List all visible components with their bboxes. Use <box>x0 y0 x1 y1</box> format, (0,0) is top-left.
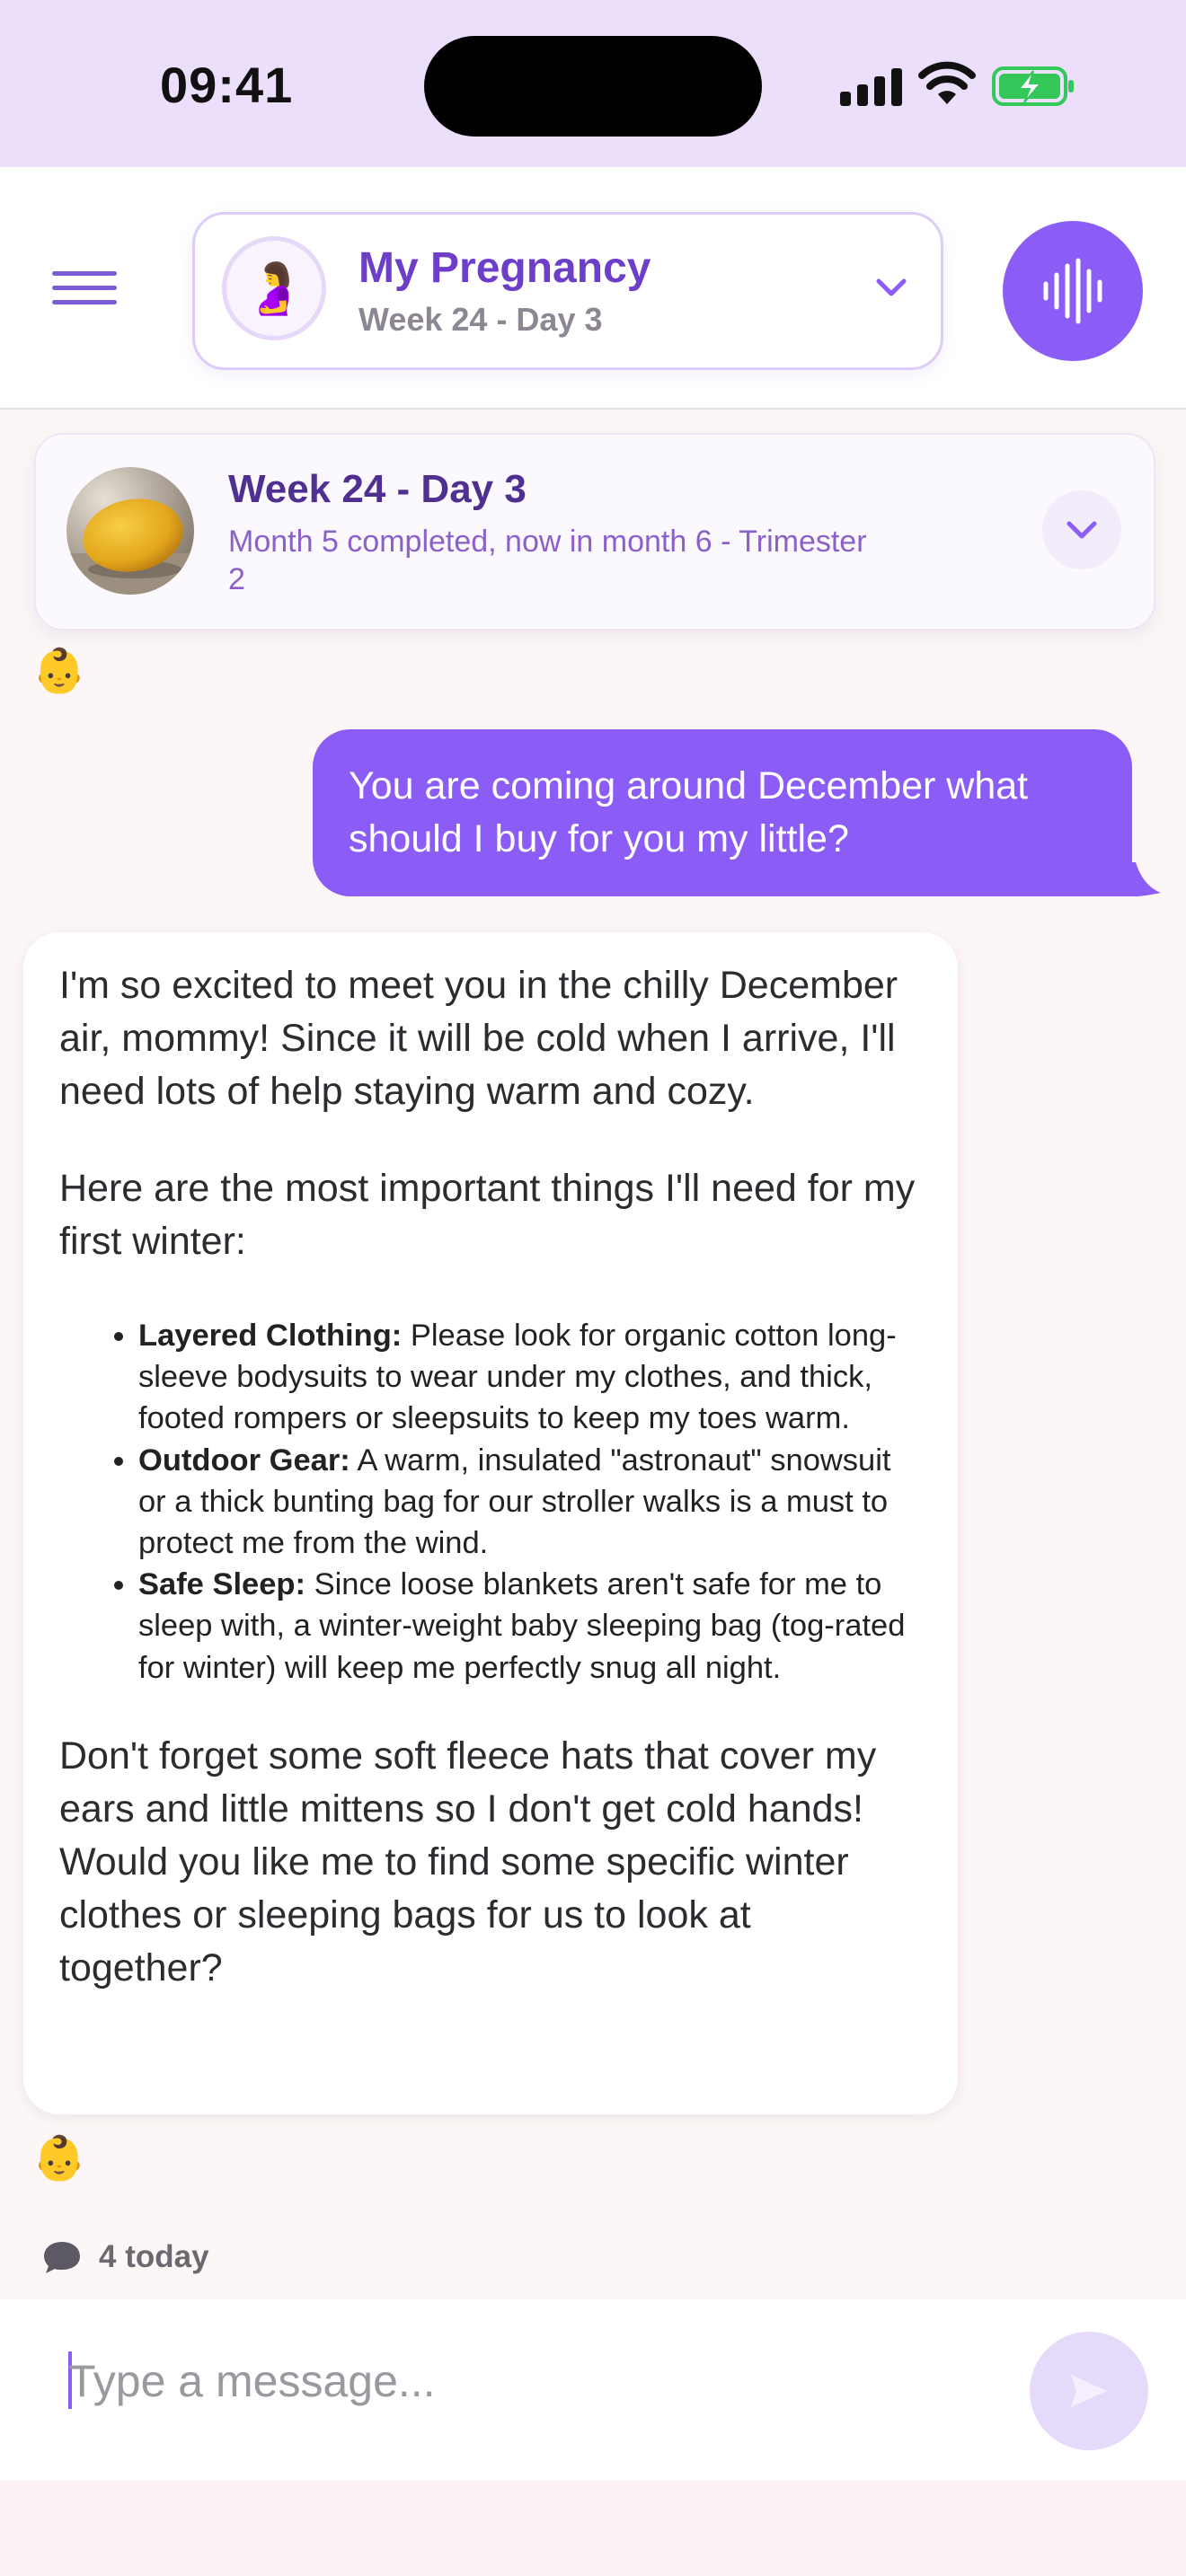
microphone-waveform-icon <box>1043 258 1102 324</box>
list-item: Safe Sleep: Since loose blankets aren't … <box>138 1564 922 1689</box>
assistant-intro: I'm so excited to meet you in the chilly… <box>59 964 898 1113</box>
fruit-size-image <box>66 467 194 595</box>
pregnancy-avatar: 🤰 <box>222 236 326 340</box>
week-subtitle: Month 5 completed, now in month 6 - Trim… <box>228 525 867 596</box>
status-time: 09:41 <box>160 57 294 113</box>
assistant-message-bubble: I'm so excited to meet you in the chilly… <box>23 932 958 2114</box>
list-item: Layered Clothing: Please look for organi… <box>138 1315 922 1440</box>
chevron-down-icon <box>1067 521 1097 539</box>
user-message-bubble: You are coming around December what shou… <box>313 729 1132 896</box>
menu-icon[interactable] <box>52 271 119 307</box>
baby-avatar: 👶 <box>32 648 86 695</box>
winter-needs-list: Layered Clothing: Please look for organi… <box>59 1315 922 1689</box>
dynamic-island <box>424 36 762 137</box>
pregnancy-selector[interactable]: 🤰 My Pregnancy Week 24 - Day 3 <box>192 212 943 370</box>
battery-charging-icon <box>992 66 1074 106</box>
expand-week-button[interactable] <box>1042 490 1121 569</box>
week-title: Week 24 - Day 3 <box>228 467 527 511</box>
send-button[interactable] <box>1030 2332 1148 2450</box>
bubble-tail <box>1118 862 1161 896</box>
week-progress-card[interactable]: Week 24 - Day 3 Month 5 completed, now i… <box>34 433 1155 631</box>
message-count-text: 4 today <box>99 2239 209 2274</box>
app-header: 🤰 My Pregnancy Week 24 - Day 3 <box>0 167 1186 410</box>
baby-avatar: 👶 <box>32 2135 86 2183</box>
chat-bubble-icon <box>44 2242 80 2273</box>
message-count: 4 today <box>41 2235 209 2280</box>
assistant-outro: Don't forget some soft fleece hats that … <box>59 1734 877 1989</box>
signal-icon <box>840 66 903 106</box>
message-input[interactable] <box>68 2346 967 2416</box>
status-bar: 09:41 <box>0 0 1186 167</box>
pregnancy-week: Week 24 - Day 3 <box>358 301 603 338</box>
bottom-safe-area <box>0 2481 1186 2576</box>
send-icon <box>1071 2375 1107 2407</box>
wifi-icon <box>918 61 976 104</box>
pregnancy-title: My Pregnancy <box>358 244 651 292</box>
assistant-list-intro: Here are the most important things I'll … <box>59 1167 916 1263</box>
list-item: Outdoor Gear: A warm, insulated "astrona… <box>138 1440 922 1565</box>
chevron-down-icon <box>876 278 907 296</box>
message-composer <box>0 2299 1186 2481</box>
voice-button[interactable] <box>1003 221 1143 361</box>
